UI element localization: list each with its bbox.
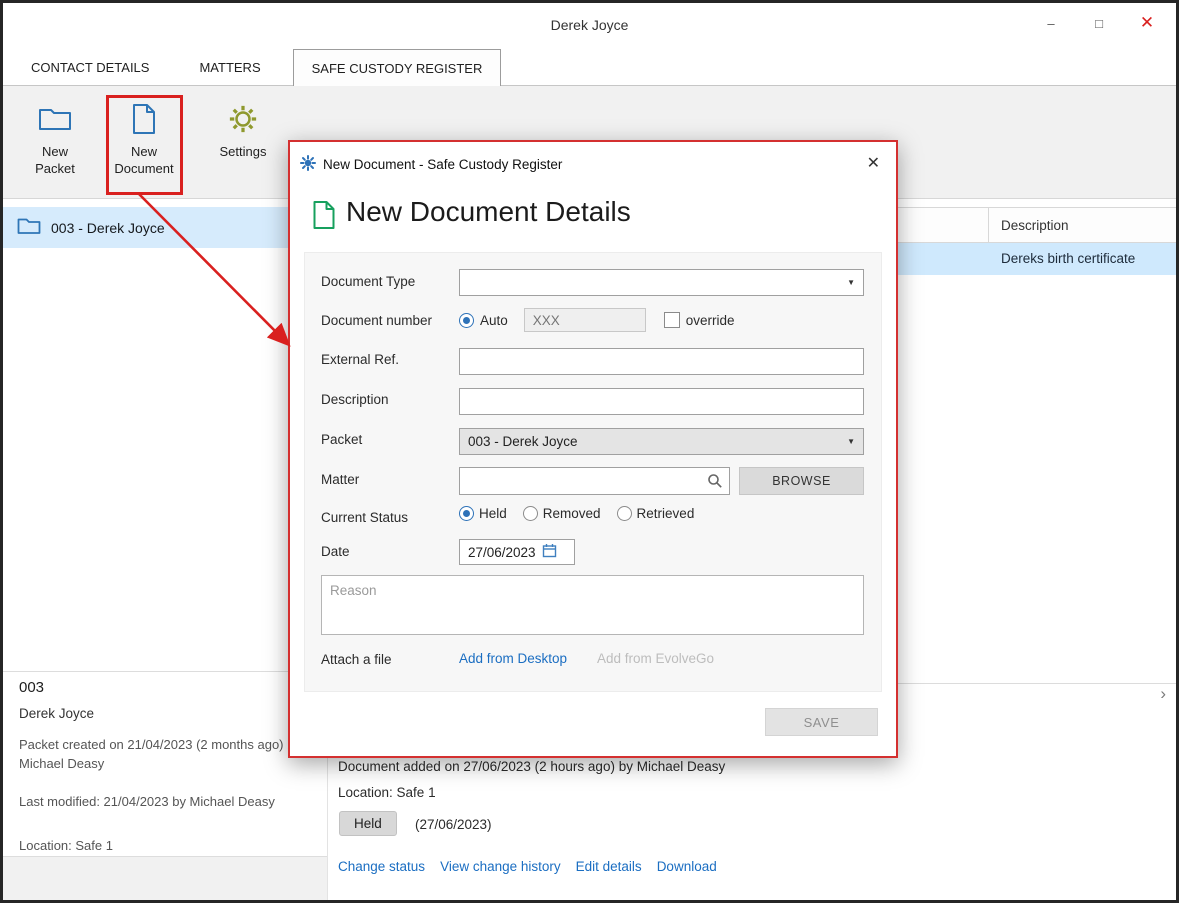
external-ref-label: External Ref. [321,352,400,367]
tab-safe-custody-register[interactable]: SAFE CUSTODY REGISTER [292,49,502,86]
new-document-label-1: New [130,144,157,159]
dialog-close-icon[interactable]: ✕ [867,153,880,173]
chevron-down-icon: ▼ [847,437,855,446]
maximize-icon[interactable]: □ [1082,9,1116,37]
description-input[interactable] [459,388,864,415]
app-window: Derek Joyce – □ ✕ CONTACT DETAILS MATTER… [0,0,1179,903]
document-icon [312,200,336,235]
reason-textarea[interactable] [321,575,864,635]
chevron-right-icon[interactable]: › [1160,685,1166,702]
left-panel-footer [3,856,327,900]
settings-button[interactable]: Settings [206,99,280,160]
document-number-label: Document number [321,313,433,328]
packet-item-label: 003 - Derek Joyce [51,219,165,236]
window-title: Derek Joyce [550,17,629,33]
status-held-label: Held [479,506,507,521]
folder-icon [38,99,72,139]
status-removed-radio[interactable] [522,506,538,521]
date-input[interactable]: 27/06/2023 [459,539,575,565]
folder-icon [17,217,41,238]
edit-details-link[interactable]: Edit details [576,859,642,874]
add-from-desktop-link[interactable]: Add from Desktop [459,651,567,666]
new-packet-label-2: Packet [35,161,75,176]
current-status-label: Current Status [321,510,409,525]
search-icon [707,473,723,494]
document-added-text: Document added on 27/06/2023 (2 hours ag… [338,759,726,774]
packet-location-text: Location: Safe 1 [19,838,113,853]
chevron-down-icon: ▼ [847,278,855,287]
document-number-input [523,308,646,332]
column-separator [988,208,989,242]
new-packet-label-1: New [41,144,68,159]
gear-icon [228,99,258,139]
packet-select[interactable]: 003 - Derek Joyce ▼ [459,428,864,455]
document-icon [131,99,157,139]
document-location-text: Location: Safe 1 [338,785,436,800]
status-removed-label: Removed [542,506,601,521]
tab-strip: CONTACT DETAILS MATTERS SAFE CUSTODY REG… [3,49,1176,86]
add-from-evolvego-link: Add from EvolveGo [597,651,715,666]
app-gear-icon [300,155,316,176]
attach-file-label: Attach a file [321,652,392,667]
status-held-radio[interactable] [459,506,474,521]
status-retrieved-radio[interactable] [616,506,632,521]
status-badge: Held [339,811,397,836]
browse-button[interactable]: BROWSE [739,467,864,495]
new-document-button[interactable]: New Document [107,99,181,177]
new-document-dialog: New Document - Safe Custody Register ✕ N… [288,140,898,758]
packet-name: Derek Joyce [19,706,95,721]
packet-select-value: 003 - Derek Joyce [468,434,578,449]
external-ref-input[interactable] [459,348,864,375]
document-type-label: Document Type [321,274,416,289]
change-status-link[interactable]: Change status [338,859,425,874]
description-label: Description [321,392,389,407]
divider [3,671,327,672]
tab-matters[interactable]: MATTERS [181,49,278,85]
tab-contact-details[interactable]: CONTACT DETAILS [13,49,167,85]
calendar-icon [542,543,557,561]
packet-created-text: Packet created on 21/04/2023 (2 months a… [19,737,301,771]
close-icon[interactable]: ✕ [1130,9,1164,37]
minimize-icon[interactable]: – [1034,9,1068,37]
matter-label: Matter [321,472,360,487]
auto-radio-label: Auto [480,312,508,328]
new-document-label-2: Document [114,161,174,176]
date-label: Date [321,544,350,559]
column-header-description[interactable]: Description [1001,218,1069,233]
cell-description: Dereks birth certificate [1001,251,1136,266]
packet-list-item[interactable]: 003 - Derek Joyce [3,207,327,248]
dialog-heading: New Document Details [346,196,631,227]
packet-id: 003 [19,679,45,696]
settings-label: Settings [219,144,267,159]
matter-search-input[interactable] [459,467,730,495]
packet-modified-text: Last modified: 21/04/2023 by Michael Dea… [19,794,275,809]
document-actions: Change status View change history Edit d… [338,859,717,874]
date-value: 27/06/2023 [468,544,536,560]
status-retrieved-label: Retrieved [636,506,695,521]
dialog-title: New Document - Safe Custody Register [323,157,563,172]
view-change-history-link[interactable]: View change history [440,859,561,874]
packet-list-panel: 003 - Derek Joyce 003 Derek Joyce Packet… [3,199,328,900]
window-controls: – □ ✕ [1034,9,1164,37]
status-date: (27/06/2023) [415,817,492,832]
download-link[interactable]: Download [657,859,717,874]
override-checkbox[interactable] [663,312,680,328]
dialog-form: Document Type ▼ Document number Auto ove… [304,252,882,692]
auto-radio[interactable] [459,312,474,328]
title-bar: Derek Joyce – □ ✕ [3,3,1176,49]
document-type-select[interactable]: ▼ [459,269,864,296]
packet-label: Packet [321,432,363,447]
save-button[interactable]: SAVE [765,708,878,736]
new-packet-button[interactable]: New Packet [18,99,92,177]
override-label: override [685,312,735,328]
